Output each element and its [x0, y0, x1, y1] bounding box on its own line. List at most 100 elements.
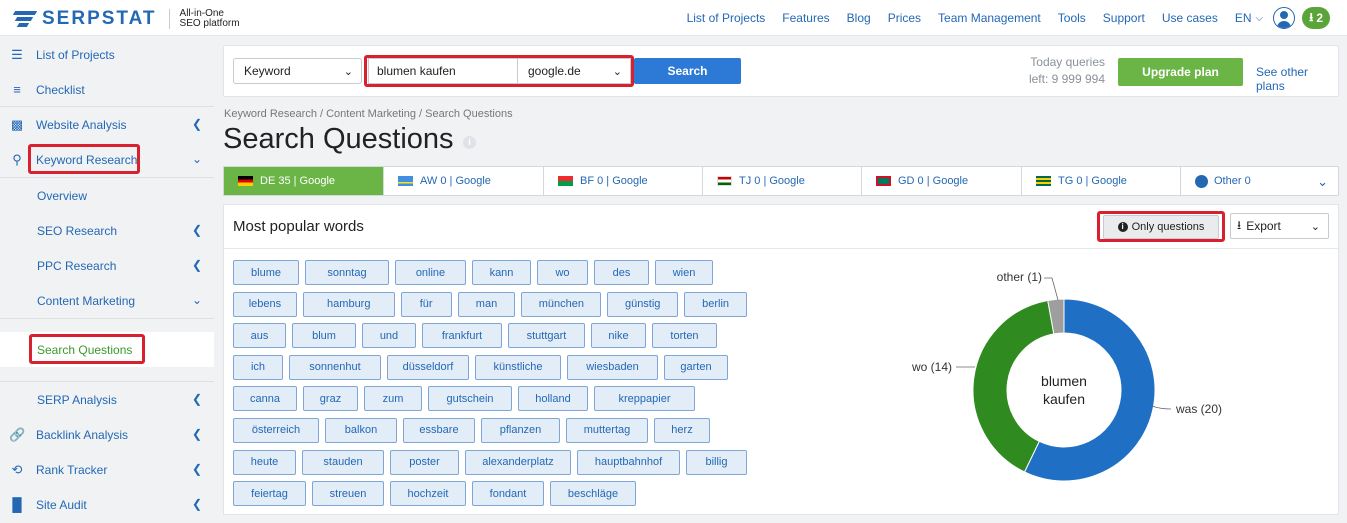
- word-chip[interactable]: blum: [292, 323, 356, 349]
- word-chip[interactable]: berlin: [684, 291, 747, 317]
- word-chip[interactable]: canna: [233, 386, 297, 412]
- nav-use-cases[interactable]: Use cases: [1162, 11, 1218, 25]
- logo[interactable]: SERPSTAT All-in-One SEO platform: [12, 8, 240, 30]
- word-row: österreich balkon essbare pflanzen mutte…: [233, 417, 753, 443]
- word-chip[interactable]: pflanzen: [481, 417, 560, 443]
- word-chip[interactable]: blume: [233, 260, 299, 285]
- word-chip[interactable]: stuttgart: [508, 323, 585, 349]
- word-chip[interactable]: kann: [472, 260, 531, 285]
- word-chip[interactable]: billig: [686, 449, 747, 475]
- word-chip[interactable]: online: [395, 260, 466, 285]
- sidebar-item-serp-analysis[interactable]: SERP Analysis ❮: [0, 382, 214, 417]
- nav-blog[interactable]: Blog: [847, 11, 871, 25]
- tab-tj[interactable]: TJ 0 | Google: [703, 167, 862, 195]
- word-chip[interactable]: herz: [654, 417, 710, 443]
- breadcrumb[interactable]: Keyword Research / Content Marketing / S…: [224, 108, 513, 120]
- nav-team-management[interactable]: Team Management: [938, 11, 1041, 25]
- word-chip[interactable]: alexanderplatz: [465, 449, 571, 475]
- word-chip[interactable]: hochzeit: [390, 481, 466, 507]
- tab-de[interactable]: DE 35 | Google: [224, 167, 384, 195]
- top-bar: SERPSTAT All-in-One SEO platform List of…: [0, 0, 1347, 36]
- word-chip[interactable]: wiesbaden: [567, 354, 658, 380]
- word-chip[interactable]: streuen: [312, 481, 384, 507]
- sidebar-item-website-analysis[interactable]: ▩ Website Analysis ❮: [0, 107, 214, 142]
- nav-list-of-projects[interactable]: List of Projects: [687, 11, 766, 25]
- word-chip[interactable]: ich: [233, 354, 283, 380]
- word-chip[interactable]: kreppapier: [594, 386, 695, 412]
- word-chip[interactable]: holland: [518, 386, 588, 412]
- word-chip[interactable]: münchen: [521, 291, 602, 317]
- see-other-plans-link[interactable]: See other plans: [1256, 65, 1338, 93]
- word-chip[interactable]: muttertag: [566, 417, 648, 443]
- word-chip[interactable]: frankfurt: [422, 323, 502, 349]
- sidebar-item-label: SERP Analysis: [37, 392, 117, 407]
- word-chip[interactable]: nike: [591, 323, 646, 349]
- language-select[interactable]: EN ⌵: [1235, 11, 1263, 25]
- word-chip[interactable]: sonnenhut: [289, 354, 381, 380]
- tab-label: Other 0: [1214, 175, 1251, 187]
- chevron-down-icon: ⌄: [191, 152, 202, 166]
- sidebar-item-label: SEO Research: [37, 223, 118, 238]
- sidebar-item-ppc-research[interactable]: PPC Research ❮: [0, 248, 214, 283]
- word-chip[interactable]: zum: [364, 386, 422, 412]
- word-chip[interactable]: hauptbahnhof: [577, 449, 680, 475]
- nav-support[interactable]: Support: [1103, 11, 1145, 25]
- word-chip[interactable]: sonntag: [305, 260, 389, 285]
- export-button[interactable]: ⭳ Export ⌄: [1230, 213, 1329, 239]
- sidebar-item-site-audit[interactable]: █ Site Audit ❮: [0, 487, 214, 522]
- word-chip[interactable]: gutschein: [428, 386, 512, 412]
- word-chip[interactable]: günstig: [607, 291, 679, 317]
- word-chip[interactable]: wien: [655, 260, 713, 285]
- info-icon[interactable]: i: [463, 136, 476, 149]
- sidebar-item-rank-tracker[interactable]: ⟲ Rank Tracker ❮: [0, 452, 214, 487]
- sidebar-item-backlink-analysis[interactable]: 🔗 Backlink Analysis ❮: [0, 417, 214, 452]
- word-chip[interactable]: graz: [303, 386, 358, 412]
- word-chip[interactable]: heute: [233, 449, 296, 475]
- tab-bf[interactable]: BF 0 | Google: [544, 167, 703, 195]
- downloads-button[interactable]: ⭳ 2: [1302, 7, 1330, 29]
- chart-center-label-1: blumen: [1041, 373, 1087, 389]
- tab-tg[interactable]: TG 0 | Google: [1022, 167, 1181, 195]
- word-chip[interactable]: lebens: [233, 291, 297, 317]
- word-chip[interactable]: hamburg: [302, 291, 395, 317]
- word-chip[interactable]: feiertag: [233, 481, 306, 507]
- word-chip[interactable]: künstliche: [475, 354, 561, 380]
- word-chip[interactable]: garten: [664, 354, 728, 380]
- word-chip[interactable]: wo: [537, 260, 588, 285]
- flag-bf-icon: [558, 176, 573, 186]
- sidebar-item-label: PPC Research: [37, 258, 117, 273]
- sidebar-item-list-of-projects[interactable]: ☰ List of Projects: [0, 37, 214, 72]
- country-tabs: DE 35 | Google AW 0 | Google BF 0 | Goog…: [223, 166, 1339, 196]
- tab-aw[interactable]: AW 0 | Google: [384, 167, 544, 195]
- sidebar-item-seo-research[interactable]: SEO Research ❮: [0, 213, 214, 248]
- queries-label: Today queries: [1030, 55, 1105, 69]
- tab-other[interactable]: Other 0 ⌄: [1181, 167, 1338, 195]
- word-chip[interactable]: österreich: [233, 417, 319, 443]
- tab-gd[interactable]: GD 0 | Google: [862, 167, 1022, 195]
- search-type-select[interactable]: Keyword ⌄: [233, 58, 362, 84]
- sidebar: ☰ List of Projects ≡ Checklist ▩ Website…: [0, 37, 214, 523]
- word-chip[interactable]: poster: [390, 449, 459, 475]
- upgrade-plan-button[interactable]: Upgrade plan: [1118, 58, 1243, 86]
- word-chip[interactable]: beschläge: [550, 481, 636, 507]
- nav-features[interactable]: Features: [782, 11, 829, 25]
- word-chip[interactable]: balkon: [325, 417, 397, 443]
- word-chip[interactable]: aus: [233, 323, 286, 349]
- search-button[interactable]: Search: [634, 58, 741, 84]
- word-chip[interactable]: torten: [652, 323, 717, 349]
- tab-label: TG 0 | Google: [1058, 175, 1127, 187]
- word-chip[interactable]: düsseldorf: [387, 354, 469, 380]
- word-chip[interactable]: fondant: [472, 481, 544, 507]
- sidebar-item-checklist[interactable]: ≡ Checklist: [0, 72, 214, 107]
- sidebar-item-content-marketing[interactable]: Content Marketing ⌄: [0, 283, 214, 318]
- avatar[interactable]: [1273, 7, 1296, 29]
- word-chip[interactable]: des: [594, 260, 649, 285]
- nav-prices[interactable]: Prices: [888, 11, 921, 25]
- sidebar-item-overview[interactable]: Overview: [0, 178, 214, 213]
- word-chip[interactable]: für: [400, 291, 452, 317]
- word-chip[interactable]: man: [457, 291, 516, 317]
- word-chip[interactable]: essbare: [403, 417, 475, 443]
- word-chip[interactable]: stauden: [302, 449, 384, 475]
- nav-tools[interactable]: Tools: [1058, 11, 1086, 25]
- word-chip[interactable]: und: [362, 323, 416, 349]
